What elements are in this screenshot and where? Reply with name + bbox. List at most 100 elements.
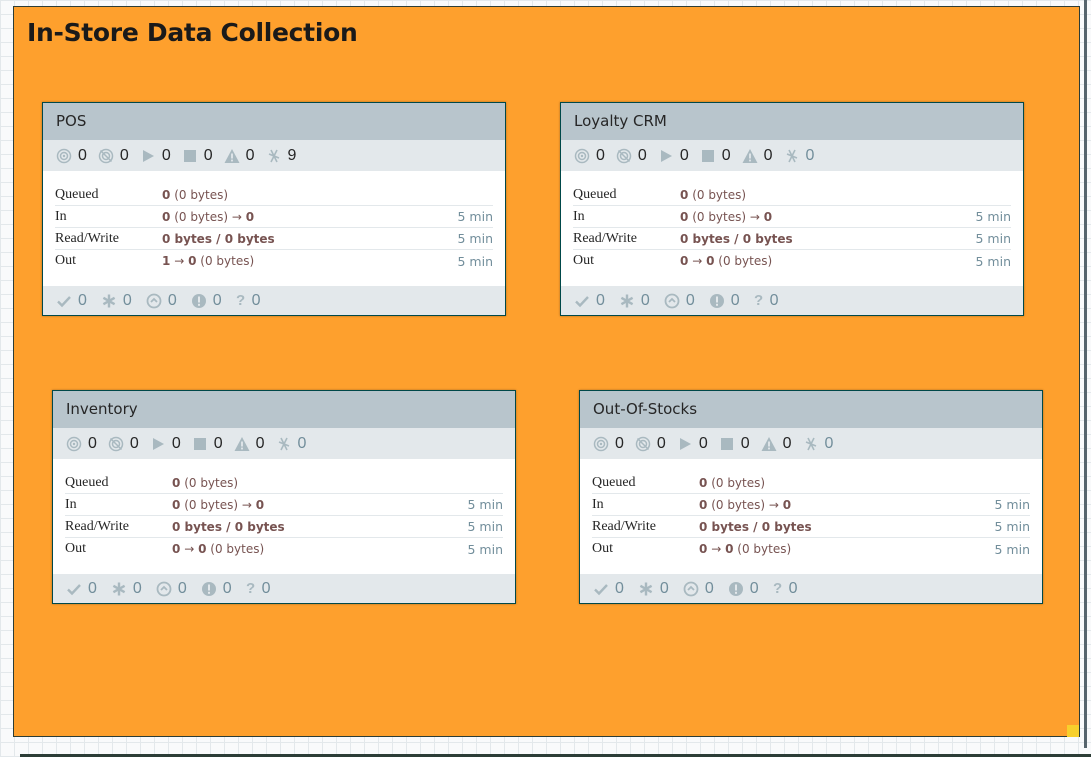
modified-stale-count: 0 [212,291,222,309]
out-size: (0 bytes) [718,254,773,268]
exclamation-circle-icon [728,581,744,597]
not-transmitting-stat: 0 [98,147,129,165]
invalid-count: 0 [245,146,255,164]
out-label: Out [65,541,86,556]
read-write-label: Read/Write [592,518,656,534]
group-title: In-Store Data Collection [27,18,358,47]
up-to-date-stat: 0 [593,580,624,598]
stopped-count: 0 [740,434,750,452]
process-group-container[interactable]: In-Store Data Collection POS 0 0 0 0 0 9… [13,6,1080,737]
not-transmitting-icon [616,148,632,164]
running-count: 0 [679,146,689,164]
disabled-icon [276,436,292,452]
up-to-date-count: 0 [78,291,87,309]
out-count: 0 [172,542,181,556]
sync-failure-stat: ? 0 [246,580,271,598]
read-write-row: Read/Write 0 bytes / 0 bytes 5 min [592,516,1030,538]
read-write-bytes: 0 bytes / 0 bytes [172,519,285,534]
modified-stale-count: 0 [730,291,740,309]
read-write-duration: 5 min [994,519,1031,534]
locally-modified-stat: 0 [619,292,650,310]
canvas-right-edge [1084,0,1087,748]
transmitting-icon [574,148,590,164]
out-arrow: → [711,542,722,556]
arrow-up-circle-icon [156,581,172,597]
read-write-duration: 5 min [467,519,504,534]
locally-modified-count: 0 [132,579,142,597]
queued-size: (0 bytes) [184,475,239,490]
warning-icon [224,148,240,164]
process-group-inventory[interactable]: Inventory 0 0 0 0 0 0 Queued 0 (0 bytes)… [52,390,516,604]
disabled-count: 0 [297,434,307,452]
transmitting-count: 0 [596,146,605,164]
disabled-icon [784,148,800,164]
not-transmitting-count: 0 [129,434,139,452]
stop-icon [192,436,208,452]
asterisk-icon [111,581,127,597]
up-to-date-count: 0 [88,579,97,597]
stopped-count: 0 [203,146,213,164]
up-to-date-stat: 0 [66,580,97,598]
in-row: In 0 (0 bytes) → 0 5 min [55,206,493,228]
out-row: Out 0 → 0 (0 bytes) 5 min [573,250,1011,272]
exclamation-circle-icon [709,293,725,309]
out-duration: 5 min [467,541,504,557]
process-group-pos[interactable]: POS 0 0 0 0 0 9 Queued 0 (0 bytes) In 0 … [42,102,506,316]
read-write-label: Read/Write [573,230,637,246]
in-count: 0 [699,497,708,512]
queued-size: (0 bytes) [692,187,747,202]
process-group-out-of-stocks[interactable]: Out-Of-Stocks 0 0 0 0 0 0 Queued 0 (0 by… [579,390,1043,604]
arrow-up-circle-icon [683,581,699,597]
out-count: 0 [699,542,708,556]
disabled-count: 0 [805,146,815,164]
in-label: In [573,208,585,224]
process-group-loyalty-crm[interactable]: Loyalty CRM 0 0 0 0 0 0 Queued 0 (0 byte… [560,102,1024,316]
read-write-bytes: 0 bytes / 0 bytes [680,231,793,246]
stopped-count: 0 [213,434,223,452]
read-write-row: Read/Write 0 bytes / 0 bytes 5 min [55,228,493,250]
queued-label: Queued [65,474,109,490]
transmitting-icon [66,436,82,452]
resize-handle[interactable] [1067,725,1079,737]
queued-label: Queued [55,186,99,202]
in-value: 0 (0 bytes) → 0 [699,498,791,512]
not-transmitting-count: 0 [119,146,129,164]
out-size: (0 bytes) [200,254,255,268]
not-transmitting-stat: 0 [635,435,666,453]
out-dest: 0 [725,542,734,556]
queued-label: Queued [592,474,636,490]
disabled-icon [266,148,282,164]
out-row: Out 0 → 0 (0 bytes) 5 min [65,538,503,560]
out-count: 0 [680,254,689,268]
component-status-bar: 0 0 0 0 0 [580,428,1042,459]
running-stat: 0 [150,435,181,453]
up-to-date-count: 0 [615,579,624,597]
in-value: 0 (0 bytes) → 0 [680,210,772,224]
stale-stat: 0 [156,580,187,598]
out-label: Out [592,541,613,556]
out-label: Out [55,253,76,268]
queued-count: 0 [699,475,708,490]
queued-row: Queued 0 (0 bytes) [65,472,503,494]
in-arrow: → [768,497,779,512]
transmitting-count: 0 [615,434,624,452]
locally-modified-stat: 0 [111,580,142,598]
stale-stat: 0 [683,580,714,598]
out-dest: 0 [706,254,715,268]
stale-count: 0 [685,291,695,309]
play-icon [677,436,693,452]
running-count: 0 [161,146,171,164]
process-group-name: POS [43,103,505,140]
in-size: (0 bytes) [692,209,747,224]
in-size: (0 bytes) [174,209,229,224]
queued-count: 0 [172,475,181,490]
process-group-stats: Queued 0 (0 bytes) In 0 (0 bytes) → 0 5 … [53,459,515,562]
check-icon [56,293,72,309]
check-icon [574,293,590,309]
out-arrow: → [692,254,703,268]
stopped-count: 0 [721,146,731,164]
in-dest: 0 [245,209,255,224]
out-dest: 0 [188,254,197,268]
invalid-stat: 0 [234,435,265,453]
not-transmitting-count: 0 [656,434,666,452]
